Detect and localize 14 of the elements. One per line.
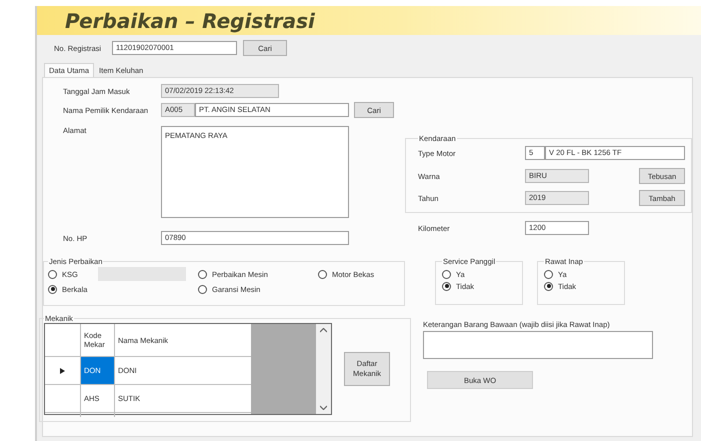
window-title: Perbaikan – Registrasi — [65, 8, 315, 32]
radio-button[interactable] — [544, 282, 553, 290]
radio-button[interactable] — [198, 284, 207, 294]
radio-button[interactable] — [544, 270, 553, 278]
scroll-up-icon[interactable] — [320, 328, 327, 333]
radio-button[interactable] — [442, 270, 451, 278]
radio-button[interactable] — [318, 270, 327, 278]
radio-button[interactable] — [48, 270, 57, 278]
radio-button[interactable] — [48, 284, 57, 294]
scrollbar[interactable] — [316, 324, 331, 414]
notes-field[interactable] — [423, 331, 653, 359]
scroll-down-icon[interactable] — [320, 405, 327, 410]
radio-button[interactable] — [442, 282, 451, 290]
radio-button[interactable] — [198, 270, 207, 278]
